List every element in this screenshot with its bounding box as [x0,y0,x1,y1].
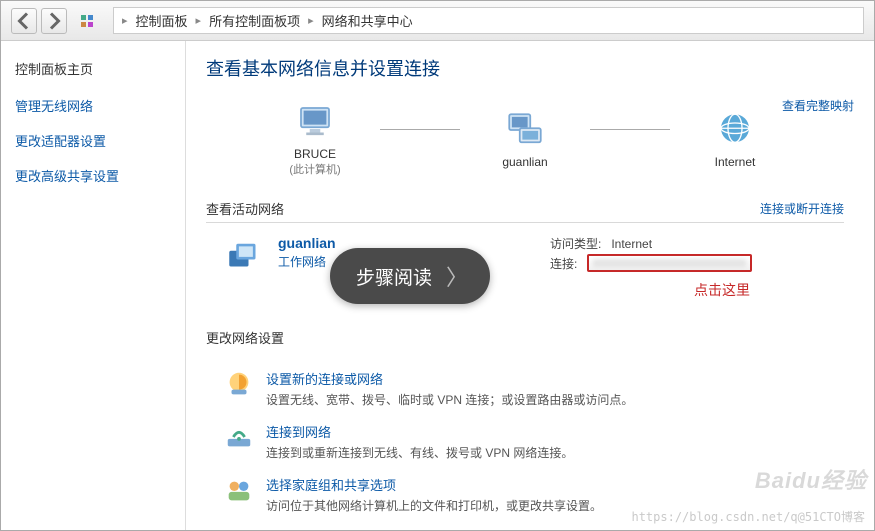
breadcrumb-sep-icon: ▸ [122,14,128,27]
control-panel-icon [75,9,99,33]
active-networks-header: 查看活动网络 连接或断开连接 [206,199,844,223]
watermark-logo: Baidu经验 [755,463,867,495]
change-settings-header: 更改网络设置 [206,328,844,351]
back-button[interactable] [11,8,37,34]
forward-button[interactable] [41,8,67,34]
new-connection-icon [224,369,254,399]
chevron-right-icon: 〉 [446,260,468,292]
click-here-annotation: 点击这里 [600,280,844,300]
node-label: Internet [715,155,756,169]
forward-icon [42,9,66,33]
nav-buttons [11,8,67,34]
node-router: guanlian [480,109,570,169]
access-type-label: 访问类型: [550,235,601,252]
network-connection-info: 访问类型: Internet 连接: 点击这里 [490,235,844,300]
connect-network-icon [224,422,254,452]
sidebar: 控制面板主页 管理无线网络 更改适配器设置 更改高级共享设置 [1,41,186,530]
node-this-computer: BRUCE (此计算机) [270,101,360,177]
connection-label: 连接: [550,255,577,272]
setting-connect-network[interactable]: 连接到网络 连接到或重新连接到无线、有线、拨号或 VPN 网络连接。 [206,414,844,467]
sidebar-link-adapter[interactable]: 更改适配器设置 [15,131,171,150]
address-toolbar: ▸ 控制面板 ▸ 所有控制面板项 ▸ 网络和共享中心 [1,1,874,41]
setting-new-connection[interactable]: 设置新的连接或网络 设置无线、宽带、拨号、临时或 VPN 连接；或设置路由器或访… [206,361,844,414]
network-icon [224,235,266,282]
back-icon [12,9,36,33]
active-network-row: guanlian 工作网络 访问类型: Internet 连接: 点击这里 [206,233,844,314]
connector-line [590,129,670,130]
homegroup-icon [224,475,254,505]
page-heading: 查看基本网络信息并设置连接 [206,55,844,81]
access-type-value: Internet [611,237,652,251]
setting-desc: 连接到或重新连接到无线、有线、拨号或 VPN 网络连接。 [266,444,844,461]
step-overlay-text: 步骤阅读 [356,263,432,290]
sidebar-link-advanced-sharing[interactable]: 更改高级共享设置 [15,166,171,185]
connection-link-highlighted[interactable] [587,254,752,272]
section-title: 查看活动网络 [206,199,284,218]
breadcrumb-sep-icon: ▸ [308,14,314,27]
breadcrumb-item[interactable]: 控制面板 [136,11,188,30]
section-title: 更改网络设置 [206,328,284,347]
router-icon [504,109,546,151]
network-map: 查看完整映射 BRUCE (此计算机) [206,93,844,185]
watermark-url: https://blog.csdn.net/q@51CTO博客 [631,508,865,525]
setting-title[interactable]: 连接到网络 [266,422,844,441]
setting-desc: 设置无线、宽带、拨号、临时或 VPN 连接；或设置路由器或访问点。 [266,391,844,408]
node-label: guanlian [502,155,547,169]
globe-icon [714,109,756,151]
node-label: BRUCE [294,147,336,161]
node-sublabel: (此计算机) [289,161,340,177]
setting-title[interactable]: 设置新的连接或网络 [266,369,844,388]
breadcrumb-item[interactable]: 网络和共享中心 [322,11,413,30]
troubleshoot-icon [224,528,254,530]
sidebar-link-wireless[interactable]: 管理无线网络 [15,96,171,115]
connector-line [380,129,460,130]
breadcrumb-sep-icon: ▸ [196,14,202,27]
view-full-map-link[interactable]: 查看完整映射 [782,97,854,114]
breadcrumb-item[interactable]: 所有控制面板项 [209,11,300,30]
computer-icon [294,101,336,143]
breadcrumb[interactable]: ▸ 控制面板 ▸ 所有控制面板项 ▸ 网络和共享中心 [113,7,864,34]
step-reading-overlay[interactable]: 步骤阅读 〉 [330,248,490,304]
sidebar-home[interactable]: 控制面板主页 [15,59,171,78]
settings-list: 设置新的连接或网络 设置无线、宽带、拨号、临时或 VPN 连接；或设置路由器或访… [206,361,844,530]
content-pane: 查看基本网络信息并设置连接 查看完整映射 BRUCE (此计算机) [186,41,874,530]
connect-disconnect-link[interactable]: 连接或断开连接 [760,200,844,217]
node-internet: Internet [690,109,780,169]
setting-title[interactable]: 疑难解答 [266,528,844,530]
